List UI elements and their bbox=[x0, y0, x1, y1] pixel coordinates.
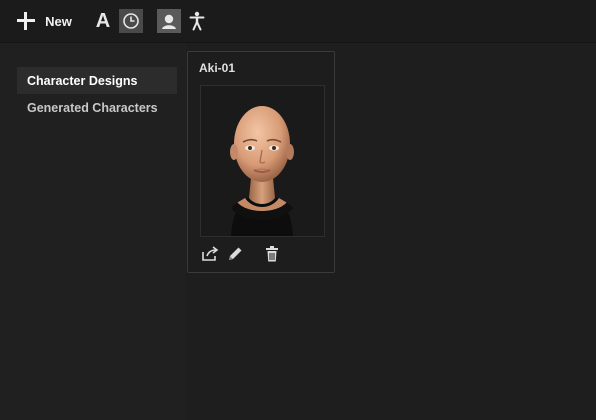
character-card[interactable]: Aki-01 bbox=[187, 51, 335, 273]
delete-button[interactable] bbox=[262, 244, 282, 264]
character-preview-image[interactable] bbox=[200, 85, 325, 237]
edit-icon bbox=[229, 247, 242, 260]
card-title: Aki-01 bbox=[199, 61, 236, 75]
sidebar-item-character-designs[interactable]: Character Designs bbox=[17, 67, 177, 94]
face-icon bbox=[162, 14, 176, 29]
top-toolbar: New A bbox=[0, 0, 596, 43]
new-button[interactable]: New bbox=[12, 0, 76, 42]
accessibility-button[interactable] bbox=[186, 0, 208, 42]
clock-icon bbox=[123, 13, 139, 29]
history-button[interactable] bbox=[118, 0, 144, 42]
card-actions bbox=[200, 244, 325, 264]
edit-button[interactable] bbox=[225, 244, 245, 264]
face-button[interactable] bbox=[156, 0, 182, 42]
share-icon bbox=[202, 246, 219, 261]
accessibility-icon bbox=[189, 11, 205, 31]
delete-icon bbox=[266, 246, 278, 262]
sidebar: Character Designs Generated Characters bbox=[0, 43, 186, 420]
character-portrait bbox=[230, 106, 294, 236]
new-button-label: New bbox=[45, 13, 72, 29]
sidebar-item-generated-characters[interactable]: Generated Characters bbox=[17, 94, 177, 121]
main-content: Aki-01 bbox=[186, 43, 596, 420]
text-icon[interactable]: A bbox=[92, 0, 114, 42]
share-button[interactable] bbox=[200, 244, 220, 264]
plus-icon bbox=[16, 11, 36, 31]
